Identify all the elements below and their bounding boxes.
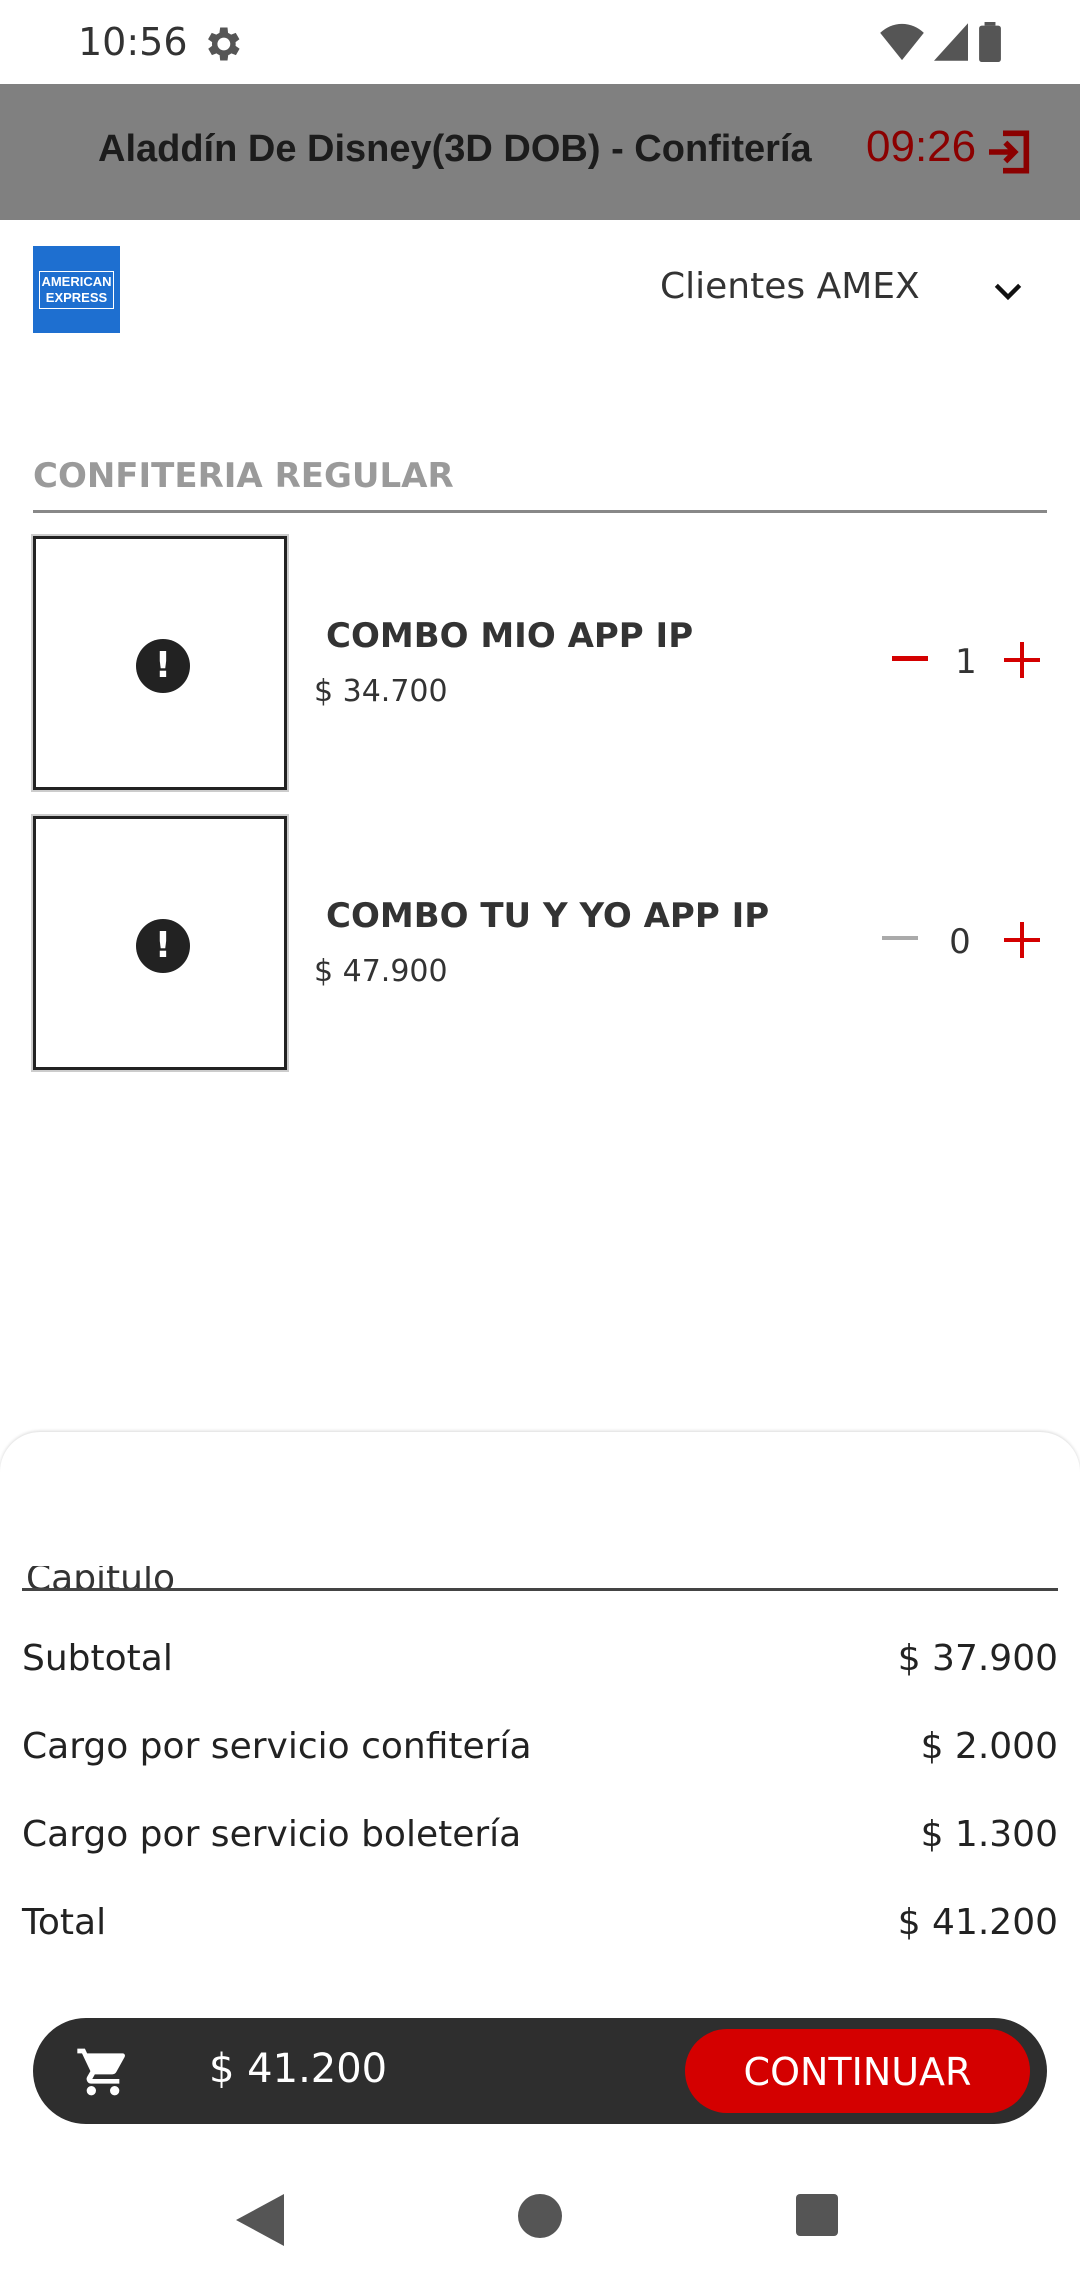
exit-icon[interactable] [982, 124, 1038, 180]
chevron-down-icon[interactable] [988, 272, 1028, 312]
plus-icon[interactable] [1004, 922, 1040, 958]
alert-icon: ! [136, 639, 190, 693]
product-name: COMBO MIO APP IP [326, 616, 694, 656]
summary-value: $ 2.000 [920, 1726, 1058, 1767]
product-quantity: 1 [955, 642, 977, 682]
status-time: 10:56 [78, 20, 188, 64]
gear-icon [208, 27, 240, 61]
summary-value: $ 1.300 [920, 1814, 1058, 1855]
amex-logo-line-1: AMERICAN [41, 273, 112, 289]
checkout-bar: $ 41.200 CONTINUAR [33, 2018, 1047, 2124]
cart-total: $ 41.200 [209, 2046, 388, 2092]
product-image: ! [31, 534, 289, 792]
product-price: $ 47.900 [314, 954, 448, 989]
continue-button[interactable]: CONTINUAR [685, 2029, 1030, 2113]
summary-divider [22, 1588, 1058, 1591]
summary-label: Cargo por servicio boletería [22, 1814, 522, 1855]
signal-icon [934, 23, 968, 61]
amex-logo: AMERICAN EXPRESS [33, 246, 120, 333]
cart-icon [77, 2048, 126, 2096]
product-image: ! [31, 814, 289, 1072]
summary-value: $ 41.200 [897, 1902, 1058, 1943]
wifi-icon [880, 23, 924, 61]
summary-label: Cargo por servicio confitería [22, 1726, 532, 1767]
battery-icon [979, 22, 1001, 62]
back-icon[interactable] [236, 2194, 284, 2246]
page-title: Aladdín De Disney(3D DOB) - Confitería [98, 128, 812, 170]
summary-value: $ 37.900 [897, 1638, 1058, 1679]
product-quantity: 0 [949, 922, 971, 962]
system-navigation-bar [0, 2160, 1080, 2280]
product-row: ! COMBO TU Y YO APP IP $ 47.900 0 [0, 814, 1080, 1076]
summary-heading: Capitulo [26, 1566, 226, 1588]
recent-apps-icon[interactable] [796, 2194, 838, 2236]
status-bar: 10:56 [0, 0, 1080, 84]
summary-heading-text: Capitulo [26, 1566, 176, 1588]
home-icon[interactable] [518, 2194, 562, 2238]
session-timer: 09:26 [866, 122, 977, 171]
amex-logo-line-2: EXPRESS [45, 289, 108, 305]
product-price: $ 34.700 [314, 674, 448, 709]
section-title: CONFITERIA REGULAR [33, 456, 454, 496]
product-name: COMBO TU Y YO APP IP [326, 896, 770, 936]
plus-icon[interactable] [1004, 642, 1040, 678]
section-divider [33, 510, 1047, 513]
app-header: Aladdín De Disney(3D DOB) - Confitería 0… [0, 84, 1080, 220]
order-summary-sheet: Capitulo Subtotal $ 37.900 Cargo por ser… [0, 1432, 1080, 2280]
system-icons [880, 22, 1002, 62]
alert-icon: ! [136, 919, 190, 973]
minus-icon[interactable] [892, 656, 928, 662]
summary-label: Subtotal [22, 1638, 173, 1679]
summary-label: Total [22, 1902, 107, 1943]
client-type-select[interactable]: Clientes AMEX [660, 266, 920, 307]
minus-icon[interactable] [882, 936, 918, 942]
product-row: ! COMBO MIO APP IP $ 34.700 1 [0, 534, 1080, 796]
